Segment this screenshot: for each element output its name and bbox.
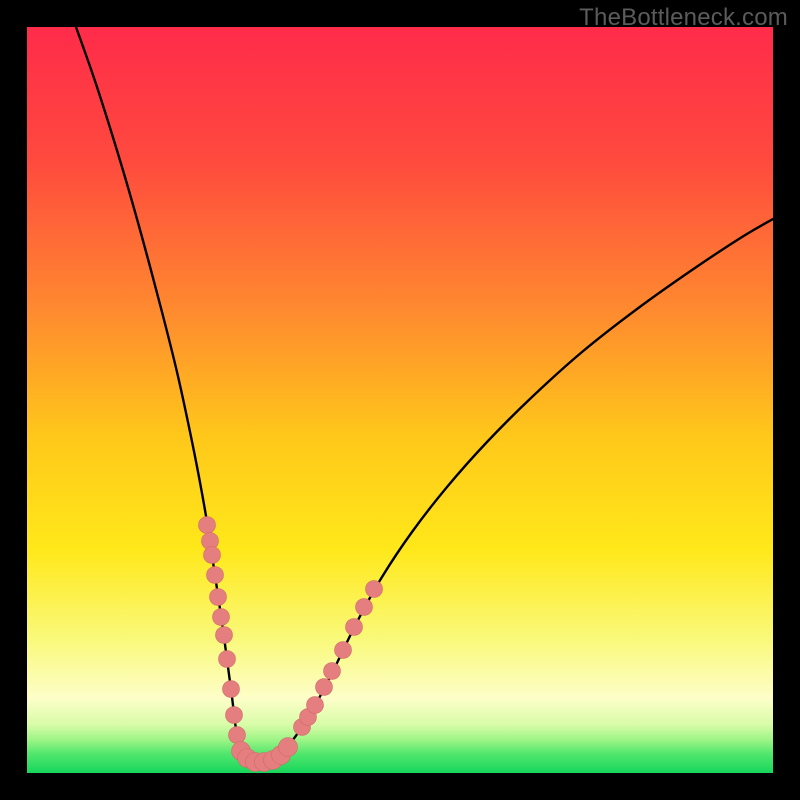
outer-frame: TheBottleneck.com xyxy=(0,0,800,800)
data-dot xyxy=(316,679,333,696)
data-dot xyxy=(356,599,373,616)
data-dot xyxy=(226,707,243,724)
data-dot xyxy=(346,619,363,636)
data-dot xyxy=(216,627,233,644)
chart-svg xyxy=(27,27,773,773)
data-dot xyxy=(324,663,341,680)
watermark-text: TheBottleneck.com xyxy=(579,4,788,32)
data-dot xyxy=(210,589,227,606)
data-dot xyxy=(366,581,383,598)
data-dot xyxy=(213,609,230,626)
data-dot xyxy=(223,681,240,698)
left-branch-dots xyxy=(199,517,246,744)
bottom-cluster-dots xyxy=(232,738,298,772)
data-dot xyxy=(229,727,246,744)
data-dot xyxy=(204,547,221,564)
data-dot xyxy=(335,642,352,659)
right-curve xyxy=(259,219,773,762)
data-dot xyxy=(307,697,324,714)
data-dot xyxy=(219,651,236,668)
plot-area xyxy=(27,27,773,773)
data-dot xyxy=(279,738,298,757)
data-dot xyxy=(207,567,224,584)
data-dot xyxy=(199,517,216,534)
right-branch-dots xyxy=(294,581,383,736)
